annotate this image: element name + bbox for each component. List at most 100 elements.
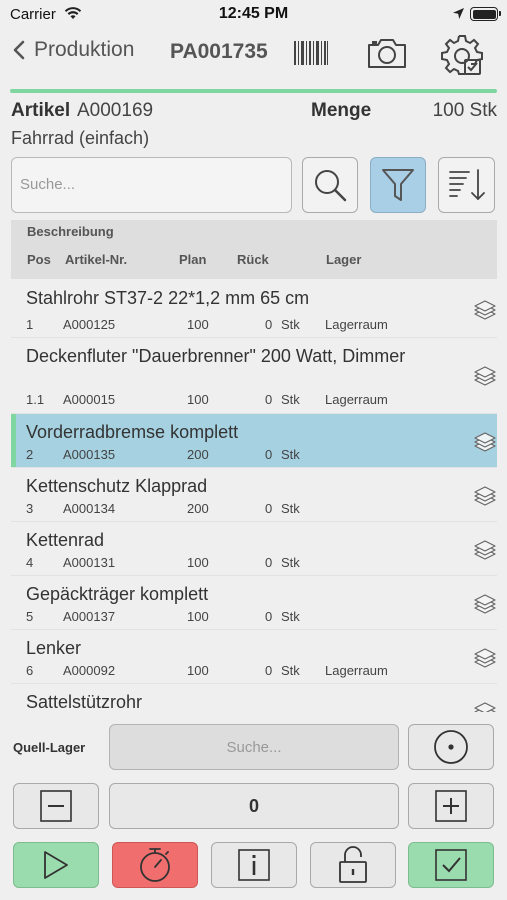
item-lager: Lagerraum <box>325 317 388 332</box>
list-header: Beschreibung Pos Artikel-Nr. Plan Rück L… <box>11 220 497 279</box>
start-button[interactable] <box>13 842 99 888</box>
item-artikel-nr: A000131 <box>63 555 116 570</box>
quantity-field[interactable]: 0 <box>109 783 399 829</box>
item-artikel-nr: A000137 <box>63 609 116 624</box>
header-pos: Pos <box>27 252 51 267</box>
item-pos: 3 <box>26 501 34 516</box>
item-artikel-nr: A000134 <box>63 501 116 516</box>
filter-icon <box>382 169 414 201</box>
target-icon <box>434 730 468 764</box>
confirm-button[interactable] <box>408 842 494 888</box>
item-rueck: 0 <box>265 447 273 462</box>
clock: 12:45 PM <box>218 5 289 22</box>
location-icon <box>452 7 465 25</box>
source-storage-label: Quell-Lager <box>13 740 86 755</box>
plus-icon <box>435 790 467 822</box>
unlock-icon <box>339 846 367 883</box>
article-description: Fahrrad (einfach) <box>11 128 150 148</box>
layers-icon[interactable] <box>473 540 497 567</box>
layers-icon[interactable] <box>473 702 497 712</box>
item-rueck: 0 <box>265 501 273 516</box>
item-unit: Stk <box>281 501 300 516</box>
sort-icon <box>448 169 485 201</box>
layers-icon[interactable] <box>473 594 497 621</box>
article-label: Artikel <box>11 100 71 121</box>
quantity-value: 100 Stk <box>432 100 497 121</box>
list-item-selected[interactable]: Vorderradbremse komplett 2 A000135 200 0… <box>11 414 497 468</box>
item-unit: Stk <box>281 392 300 407</box>
item-plan: 100 <box>187 392 209 407</box>
list-item[interactable]: Gepäckträger komplett 5 A000137 100 0 St… <box>11 576 497 630</box>
source-storage-input[interactable]: Suche... <box>109 724 399 770</box>
item-description: Stahlrohr ST37-2 22*1,2 mm 65 cm <box>26 288 310 308</box>
item-lager: Lagerraum <box>325 663 388 678</box>
barcode-icon[interactable] <box>293 40 329 71</box>
item-description: Kettenrad <box>26 530 105 550</box>
item-pos: 1 <box>26 317 34 332</box>
item-description: Kettenschutz Klapprad <box>26 476 208 496</box>
info-icon <box>238 849 270 881</box>
target-button[interactable] <box>408 724 494 770</box>
item-plan: 100 <box>187 663 209 678</box>
item-artikel-nr: A000092 <box>63 663 116 678</box>
page-title: PA001735 <box>170 40 268 63</box>
item-pos: 5 <box>26 609 34 624</box>
item-description: Lenker <box>26 638 82 658</box>
item-pos: 4 <box>26 555 34 570</box>
search-icon <box>315 170 347 202</box>
header-plan: Plan <box>179 252 207 267</box>
sort-button[interactable] <box>438 157 495 213</box>
component-list[interactable]: Stahlrohr ST37-2 22*1,2 mm 65 cm 1 A0001… <box>11 280 497 712</box>
settings-gear-icon[interactable] <box>441 32 485 81</box>
checkbox-icon <box>435 849 467 881</box>
navigation-bar: Produktion PA001735 <box>0 28 507 80</box>
item-unit: Stk <box>281 555 300 570</box>
play-icon <box>44 851 68 879</box>
increment-button[interactable] <box>408 783 494 829</box>
item-plan: 200 <box>187 447 209 462</box>
item-artikel-nr: A000135 <box>63 447 116 462</box>
item-unit: Stk <box>281 609 300 624</box>
item-pos: 2 <box>26 447 34 462</box>
search-button[interactable] <box>302 157 358 213</box>
quantity-label: Menge <box>311 100 372 121</box>
layers-icon[interactable] <box>473 300 497 327</box>
list-item[interactable]: Lenker 6 A000092 100 0 Stk Lagerraum <box>11 630 497 684</box>
filter-button[interactable] <box>370 157 426 213</box>
item-description: Deckenfluter "Dauerbrenner" 200 Watt, Di… <box>26 346 406 366</box>
header-rueck: Rück <box>237 252 269 267</box>
item-unit: Stk <box>281 317 300 332</box>
item-plan: 100 <box>187 317 209 332</box>
item-rueck: 0 <box>265 392 273 407</box>
item-rueck: 0 <box>265 317 273 332</box>
search-input[interactable]: Suche... <box>11 157 292 213</box>
list-item[interactable]: Kettenrad 4 A000131 100 0 Stk <box>11 522 497 576</box>
item-plan: 100 <box>187 609 209 624</box>
list-item[interactable]: Sattelstützrohr <box>11 684 497 712</box>
item-unit: Stk <box>281 663 300 678</box>
header-beschreibung: Beschreibung <box>27 224 114 239</box>
back-button[interactable]: Produktion <box>12 38 134 62</box>
layers-icon[interactable] <box>473 648 497 675</box>
item-description: Sattelstützrohr <box>26 692 143 712</box>
item-lager: Lagerraum <box>325 392 388 407</box>
list-item[interactable]: Stahlrohr ST37-2 22*1,2 mm 65 cm 1 A0001… <box>11 280 497 338</box>
decrement-button[interactable] <box>13 783 99 829</box>
camera-icon[interactable] <box>366 36 408 75</box>
list-item[interactable]: Deckenfluter "Dauerbrenner" 200 Watt, Di… <box>11 338 497 414</box>
item-pos: 6 <box>26 663 34 678</box>
unlock-button[interactable] <box>310 842 396 888</box>
back-chevron-icon <box>13 40 25 60</box>
list-item[interactable]: Kettenschutz Klapprad 3 A000134 200 0 St… <box>11 468 497 522</box>
status-bar: Carrier 12:45 PM <box>0 0 507 28</box>
article-number: A000169 <box>77 100 154 121</box>
info-button[interactable] <box>211 842 297 888</box>
layers-icon[interactable] <box>473 486 497 513</box>
layers-icon[interactable] <box>473 366 497 393</box>
item-rueck: 0 <box>265 609 273 624</box>
article-info: Artikel A000169 Menge 100 Stk <box>11 100 497 124</box>
item-rueck: 0 <box>265 663 273 678</box>
item-unit: Stk <box>281 447 300 462</box>
layers-icon[interactable] <box>473 432 497 459</box>
stopwatch-button[interactable] <box>112 842 198 888</box>
